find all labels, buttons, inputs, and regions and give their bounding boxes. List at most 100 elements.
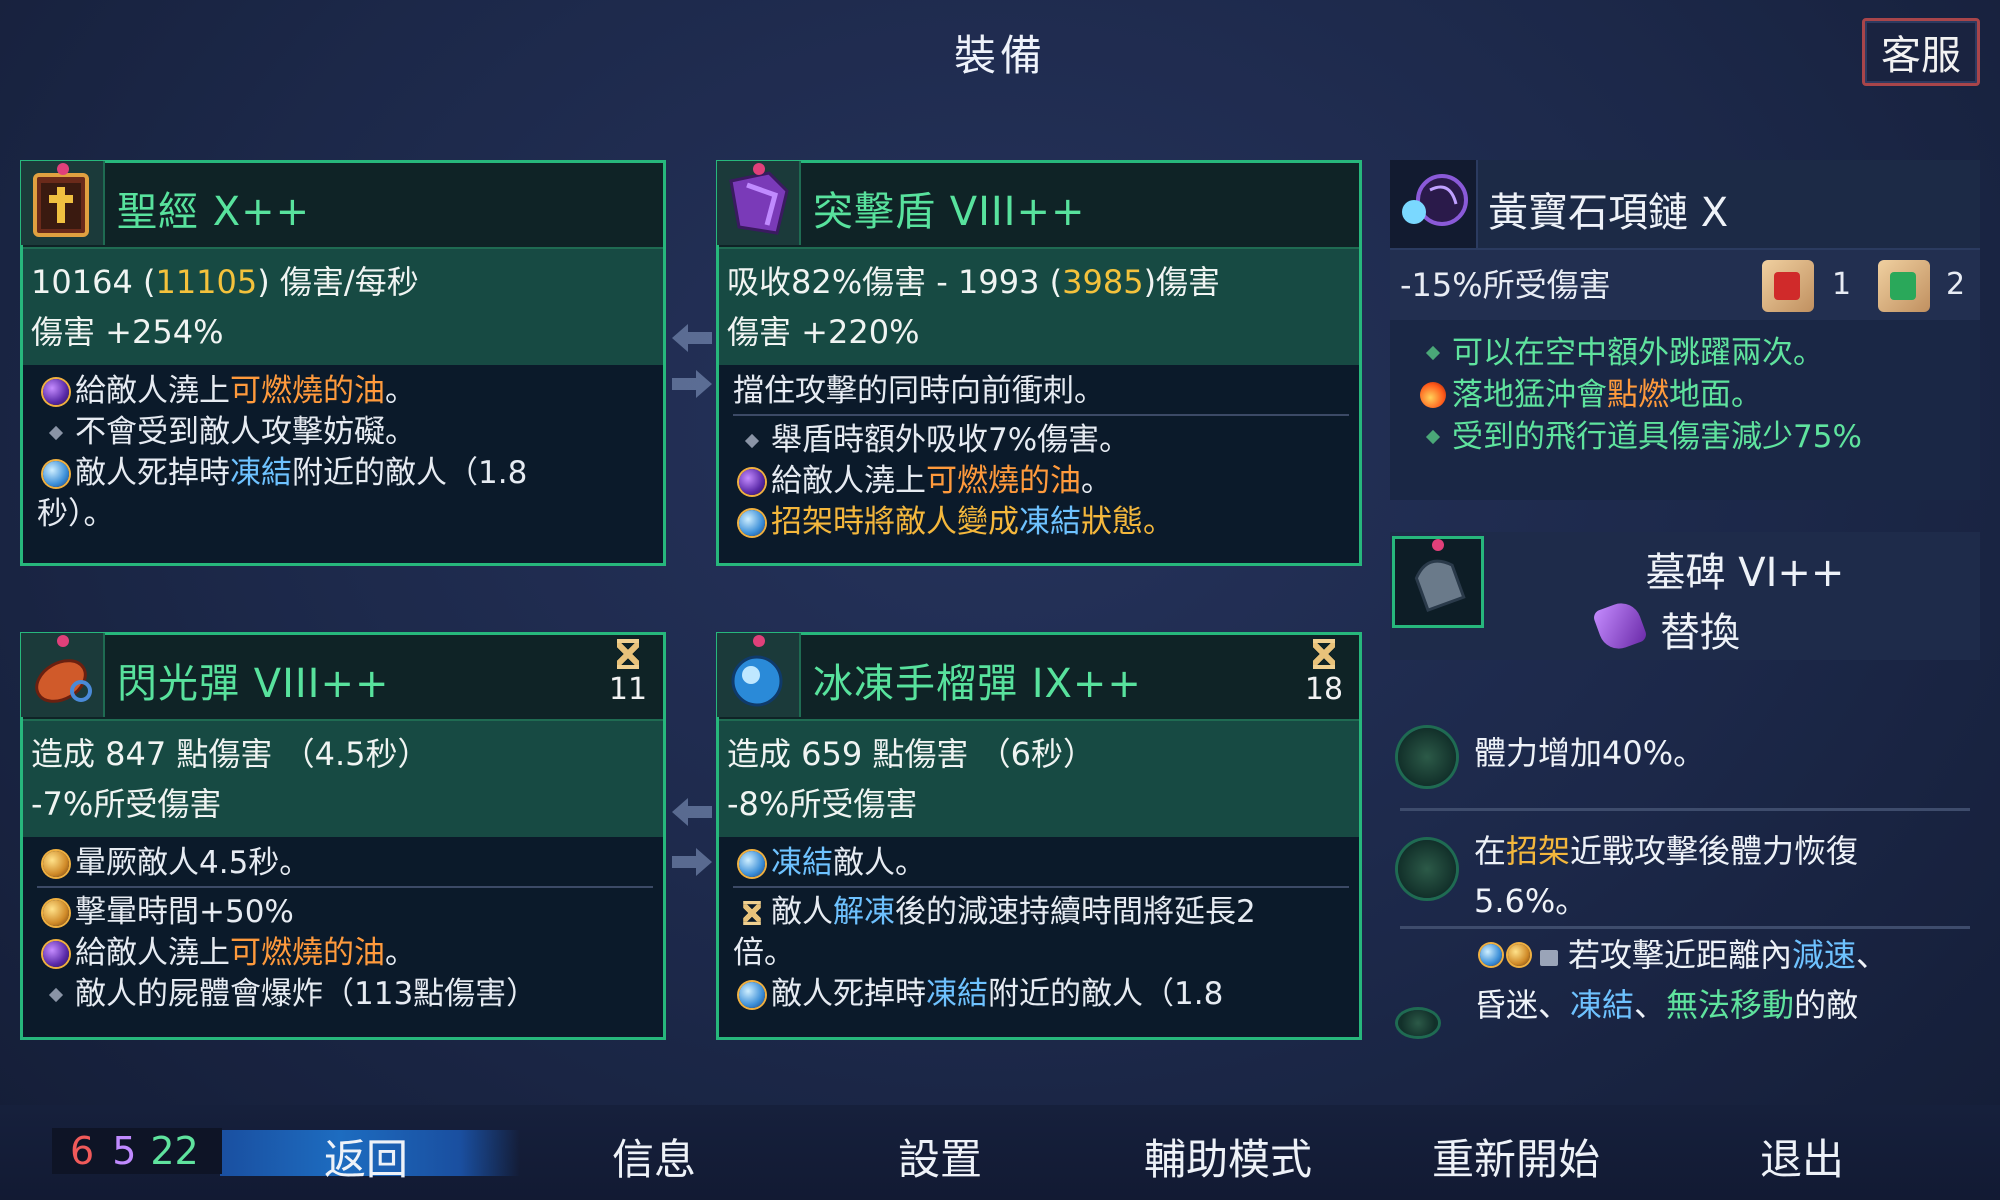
card-stats: 10164 (11105) 傷害/每秒 傷害 +254% xyxy=(23,249,663,365)
effect-text: 落地猛沖會 xyxy=(1452,377,1607,413)
effect-text: 敵人 xyxy=(771,894,833,930)
amulet-header: 黃寶石項鏈 X xyxy=(1390,160,1980,250)
card-stats: 造成 659 點傷害 （6秒） -8%所受傷害 xyxy=(719,721,1359,837)
keyword-oil: 可燃燒的油 xyxy=(230,935,385,971)
swap-hand-icon xyxy=(1591,597,1649,655)
card-effects: 給敵人澆上可燃燒的油。 不會受到敵人攻擊妨礙。 敵人死掉時凍結附近的敵人（1.8… xyxy=(23,365,663,543)
mutation-text: 若攻擊近距離內 xyxy=(1568,936,1793,974)
red-scroll-count: 1 xyxy=(1832,267,1852,302)
keyword-freeze: 凍結 xyxy=(771,845,833,881)
amulet-icon xyxy=(1390,160,1478,248)
damage-value: 造成 847 點傷害 （4.5秒） xyxy=(31,735,430,773)
item-name: 冰凍手榴彈 IX++ xyxy=(813,661,1142,707)
freeze-icon xyxy=(733,502,771,543)
amulet-panel[interactable]: 黃寶石項鏈 X -15%所受傷害 1 2 可以在空中額外跳躍兩次。 落地猛沖會點… xyxy=(1390,160,1980,500)
item-name: 聖經 X++ xyxy=(117,189,311,235)
effect-text: 附近的敵人（1.8 xyxy=(292,455,528,491)
card-header: 冰凍手榴彈 IX++ 18 xyxy=(717,633,1359,721)
swap-left-arrow-icon xyxy=(672,798,712,826)
main-effect: 敵人。 xyxy=(833,845,926,881)
mutation-combo-icon xyxy=(1398,1010,1438,1036)
flash-grenade-icon xyxy=(21,633,105,717)
resistance-value: -8%所受傷害 xyxy=(727,785,918,823)
keyword-parry: 招架 xyxy=(771,504,833,540)
dps-crit: 11105 xyxy=(155,263,258,301)
mutation-vitality-icon xyxy=(1398,728,1456,786)
bullet-icon xyxy=(1414,416,1452,457)
effect-text: 不會受到敵人攻擊妨礙。 xyxy=(75,414,416,450)
menu-assist-mode[interactable]: 輔助模式 xyxy=(1118,1126,1338,1187)
skill-card-flash-grenade[interactable]: 閃光彈 VIII++ 11 造成 847 點傷害 （4.5秒） -7%所受傷害 … xyxy=(20,632,666,1040)
cooldown-timer: 11 xyxy=(603,639,653,707)
effect-text: 擊暈時間+50% xyxy=(75,894,294,930)
effect-text: 倍。 xyxy=(733,935,795,971)
card-effects: 擋住攻擊的同時向前衝刺。 舉盾時額外吸收7%傷害。 給敵人澆上可燃燒的油。 招架… xyxy=(719,365,1359,551)
keyword-freeze: 凍結 xyxy=(230,455,292,491)
mutation-text: 昏迷、 xyxy=(1474,986,1571,1024)
mutation-heal-icon xyxy=(1398,840,1456,898)
effect-text: 可以在空中額外跳躍兩次。 xyxy=(1452,335,1824,371)
menu-back[interactable]: 返回 xyxy=(256,1126,476,1187)
effect-text: 敵人的屍體會爆炸（113點傷害） xyxy=(75,976,538,1012)
swap-button[interactable]: 替換 xyxy=(1591,597,1740,658)
resistance-value: -7%所受傷害 xyxy=(31,785,222,823)
mutation-text: 、 xyxy=(1634,986,1667,1024)
stun-icon xyxy=(37,892,75,933)
green-scroll-count: 2 xyxy=(1946,267,1966,302)
absorb-value: 吸收82%傷害 - 1993 ( xyxy=(727,263,1063,301)
keyword-freeze: 凍結 xyxy=(926,976,988,1012)
effect-text: 秒）。 xyxy=(37,496,115,532)
dps-unit: ) 傷害/每秒 xyxy=(257,263,419,301)
lock-icon xyxy=(1540,950,1558,966)
keyword-thaw: 解凍 xyxy=(833,894,895,930)
card-header: 閃光彈 VIII++ 11 xyxy=(21,633,663,721)
effect-text: 受到的飛行道具傷害減少75% xyxy=(1452,419,1862,455)
mutation-text: 體力增加40%。 xyxy=(1474,734,1706,772)
menu-info[interactable]: 信息 xyxy=(544,1126,764,1187)
stun-icon xyxy=(1508,944,1530,966)
mutation-1[interactable]: 體力增加40%。 xyxy=(1390,728,1980,786)
customer-service-button[interactable]: 客服 xyxy=(1862,18,1980,86)
menu-settings[interactable]: 設置 xyxy=(830,1126,1050,1187)
freeze-icon xyxy=(37,453,75,494)
amulet-name: 黃寶石項鏈 X xyxy=(1488,190,1729,236)
brutality-count: 6 xyxy=(70,1129,95,1173)
keyword-ignite: 點燃 xyxy=(1607,377,1669,413)
freeze-icon xyxy=(733,974,771,1015)
green-scroll-icon xyxy=(1878,260,1930,312)
bible-icon xyxy=(21,161,105,245)
card-effects: 暈厥敵人4.5秒。 擊暈時間+50% 給敵人澆上可燃燒的油。 敵人的屍體會爆炸（… xyxy=(23,837,663,1023)
effect-text: 敵人死掉時 xyxy=(771,976,926,1012)
oil-icon xyxy=(733,461,771,502)
tombstone-icon xyxy=(1392,536,1484,628)
effect-text: 。 xyxy=(1081,463,1112,499)
oil-icon xyxy=(37,933,75,974)
mutation-text: 在 xyxy=(1474,832,1507,870)
menu-quit[interactable]: 退出 xyxy=(1692,1126,1912,1187)
oil-icon xyxy=(37,371,75,412)
keyword-oil: 可燃燒的油 xyxy=(926,463,1081,499)
absorb-crit: 3985 xyxy=(1062,263,1144,301)
mutation-text: 的敵 xyxy=(1794,986,1859,1024)
damage-value: 造成 659 點傷害 （6秒） xyxy=(727,735,1095,773)
swap-right-arrow-icon xyxy=(672,848,712,876)
main-effect: 擋住攻擊的同時向前衝刺。 xyxy=(733,373,1105,409)
damage-bonus: 傷害 +220% xyxy=(727,313,920,351)
effect-text: 狀態。 xyxy=(1081,504,1174,540)
dps-value: 10164 ( xyxy=(31,263,156,301)
weapon-card-bible[interactable]: 聖經 X++ 10164 (11105) 傷害/每秒 傷害 +254% 給敵人澆… xyxy=(20,160,666,566)
effect-text: 給敵人澆上 xyxy=(771,463,926,499)
hourglass-icon xyxy=(733,892,771,933)
cooldown-seconds: 18 xyxy=(1304,672,1344,707)
mutation-2[interactable]: 在招架近戰攻擊後體力恢復 5.6%。 xyxy=(1390,826,1980,926)
weapon-card-shield[interactable]: 突擊盾 VIII++ 吸收82%傷害 - 1993 (3985)傷害 傷害 +2… xyxy=(716,160,1362,566)
card-effects: 凍結敵人。 敵人解凍後的減速持續時間將延長2 倍。 敵人死掉時凍結附近的敵人（1… xyxy=(719,837,1359,1023)
keyword-freeze: 凍結 xyxy=(1019,504,1081,540)
keyword-slow: 減速 xyxy=(1792,936,1857,974)
keyword-oil: 可燃燒的油 xyxy=(230,373,385,409)
card-stats: 吸收82%傷害 - 1993 (3985)傷害 傷害 +220% xyxy=(719,249,1359,365)
divider xyxy=(1400,926,1970,929)
menu-restart[interactable]: 重新開始 xyxy=(1406,1126,1626,1187)
skill-card-ice-grenade[interactable]: 冰凍手榴彈 IX++ 18 造成 659 點傷害 （6秒） -8%所受傷害 凍結… xyxy=(716,632,1362,1040)
mutation-3[interactable]: 若攻擊近距離內減速、 昏迷、凍結、無法移動的敵 xyxy=(1390,930,1980,1036)
